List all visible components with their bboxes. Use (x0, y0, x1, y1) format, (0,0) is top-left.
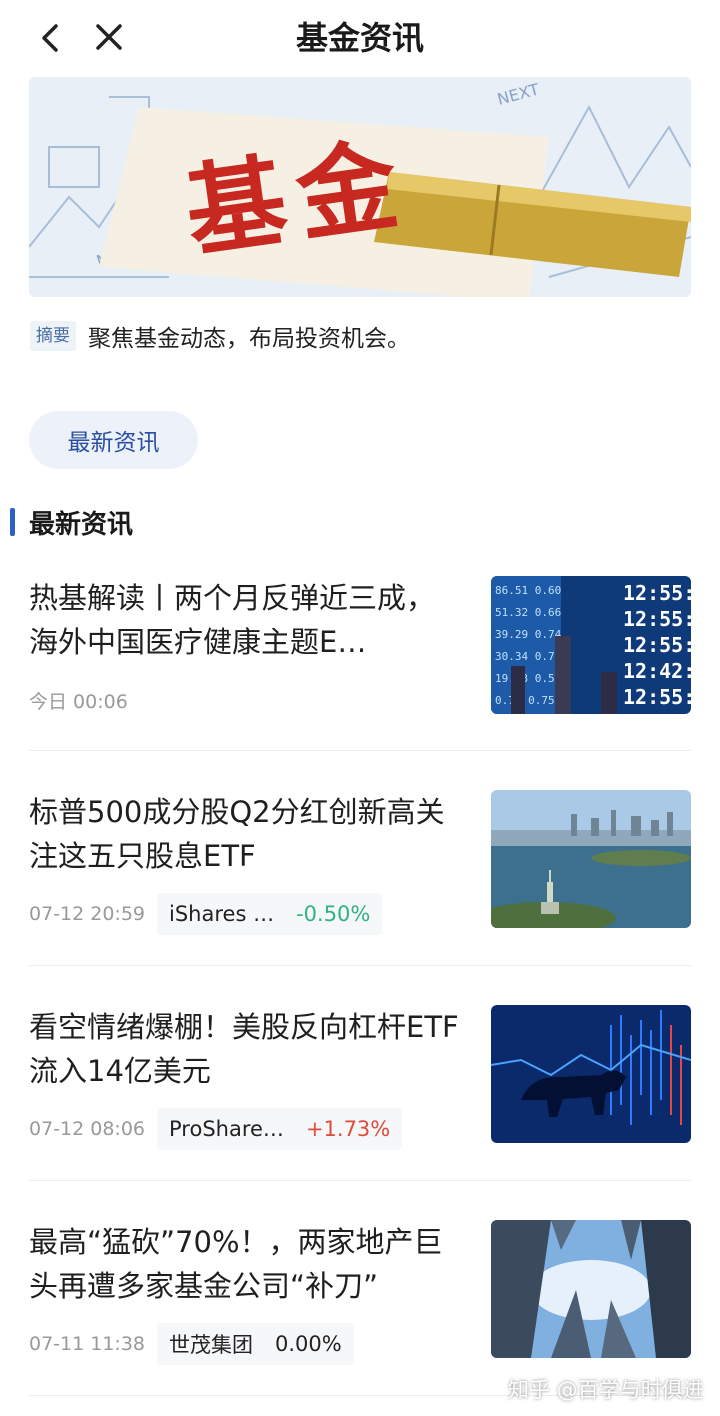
fund-change: -0.50% (296, 902, 371, 926)
news-item[interactable]: 热基解读丨两个月反弹近三成，海外中国医疗健康主题E… 今日 00:06 86.5… (29, 576, 691, 716)
section-accent-bar (10, 508, 15, 536)
summary-tag: 摘要 (30, 321, 76, 351)
news-title: 热基解读丨两个月反弹近三成，海外中国医疗健康主题E… (29, 581, 436, 659)
fund-tag[interactable]: ProShare… +1.73% (157, 1108, 403, 1150)
news-time: 07-12 20:59 (29, 903, 146, 925)
news-thumbnail (491, 790, 691, 928)
news-thumbnail: 86.51 0.60 51.32 0.66 39.29 0.74 30.34 0.7… (491, 576, 691, 714)
bull-market-chart-image (491, 1005, 691, 1143)
svg-text:12:55:1: 12:55:1 (623, 685, 691, 709)
stock-board-image: 86.51 0.60 51.32 0.66 39.29 0.74 30.34 0.7… (491, 576, 691, 714)
page-title: 基金资讯 (295, 19, 424, 57)
banner-image[interactable]: NEXT MAX 基金 (29, 77, 691, 297)
svg-text:39.29 0.74: 39.29 0.74 (495, 628, 562, 641)
news-item[interactable]: 看空情绪爆棚！美股反向杠杆ETF流入14亿美元 07-12 08:06 ProS… (29, 1005, 691, 1150)
statue-of-liberty-image (491, 790, 691, 928)
fund-change: 0.00% (275, 1332, 342, 1356)
divider (29, 750, 691, 751)
svg-text:51.32 0.66: 51.32 0.66 (495, 606, 561, 619)
fund-change: +1.73% (305, 1117, 391, 1141)
divider (29, 1180, 691, 1181)
svg-text:86.51 0.60: 86.51 0.60 (495, 584, 561, 597)
fund-tag[interactable]: 世茂集团 0.00% (157, 1323, 354, 1365)
svg-text:12:55:1: 12:55:1 (623, 607, 691, 631)
fund-tag[interactable]: iShares … -0.50% (157, 893, 383, 935)
svg-text:12:42:0: 12:42:0 (623, 659, 691, 683)
news-time: 今日 00:06 (29, 690, 128, 713)
svg-text:30.34 0.75: 30.34 0.75 (495, 650, 561, 663)
news-meta: 07-12 20:59 iShares … -0.50% (29, 892, 383, 936)
top-nav-bar: 基金资讯 (0, 0, 720, 76)
watermark-text: 知乎 @百学与时俱进 (508, 1378, 704, 1402)
latest-news-filter-button[interactable]: 最新资讯 (29, 411, 198, 469)
fund-name: ProShare… (169, 1117, 284, 1141)
news-thumbnail (491, 1005, 691, 1143)
news-title: 看空情绪爆棚！美股反向杠杆ETF流入14亿美元 (29, 1010, 459, 1088)
news-thumbnail (491, 1220, 691, 1358)
news-meta: 今日 00:06 (29, 678, 140, 722)
news-meta: 07-12 08:06 ProShare… +1.73% (29, 1107, 403, 1151)
svg-text:12:55:2: 12:55:2 (623, 581, 691, 605)
news-title: 最高“猛砍”70%！，两家地产巨头再遭多家基金公司“补刀” (29, 1225, 443, 1303)
summary-text: 聚焦基金动态，布局投资机会。 (88, 326, 410, 352)
news-title: 标普500成分股Q2分红创新高关注这五只股息ETF (29, 795, 445, 873)
svg-text:19.73 0.56: 19.73 0.56 (495, 672, 561, 685)
news-item[interactable]: 标普500成分股Q2分红创新高关注这五只股息ETF 07-12 20:59 iS… (29, 790, 691, 935)
summary-row: 摘要 聚焦基金动态，布局投资机会。 (30, 318, 410, 354)
section-title: 最新资讯 (29, 509, 134, 540)
news-time: 07-12 08:06 (29, 1118, 146, 1140)
news-time: 07-11 11:38 (29, 1333, 146, 1355)
skyscrapers-image (491, 1220, 691, 1358)
section-header: 最新资讯 (10, 502, 133, 542)
news-meta: 07-11 11:38 世茂集团 0.00% (29, 1322, 354, 1366)
divider (29, 965, 691, 966)
news-item[interactable]: 最高“猛砍”70%！，两家地产巨头再遭多家基金公司“补刀” 07-11 11:3… (29, 1220, 691, 1365)
fund-name: 世茂集团 (169, 1333, 254, 1357)
svg-text:12:55:1: 12:55:1 (623, 633, 691, 657)
fund-name: iShares … (169, 902, 275, 926)
